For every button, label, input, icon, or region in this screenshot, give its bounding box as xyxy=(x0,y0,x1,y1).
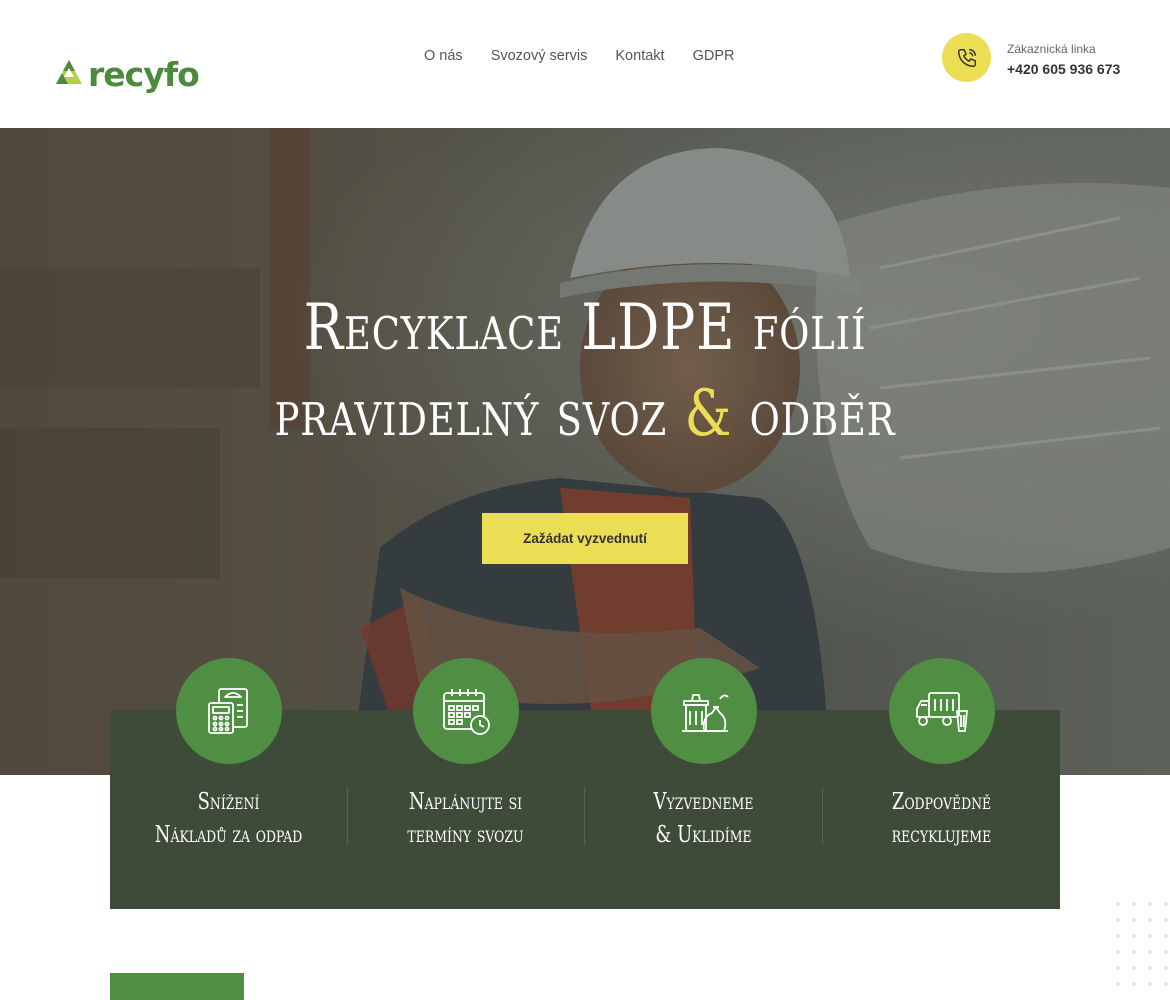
feature-icon-circle xyxy=(175,658,282,764)
feature-label: Snížení Nákladů za odpad xyxy=(136,786,321,852)
feature-label-line1: Naplánujte si xyxy=(408,789,523,815)
logo-text: recyfo xyxy=(88,54,200,94)
nav-item-about[interactable]: O nás xyxy=(424,48,463,64)
phone-button[interactable] xyxy=(942,33,991,82)
recycle-logo-icon xyxy=(56,60,82,84)
phone-label: Zákaznická linka xyxy=(1007,42,1096,56)
feature-icon-circle xyxy=(412,658,519,764)
site-header: recyfo O nás Svozový servis Kontakt GDPR… xyxy=(0,0,1170,128)
hero-title-line2-start: pravidelný svoz xyxy=(274,377,685,451)
hero-title-line2: pravidelný svoz & odběr xyxy=(105,382,1064,446)
feature-label: Zodpovědně recyklujeme xyxy=(849,786,1034,852)
feature-label-line2: termíny svozu xyxy=(407,822,524,848)
feature-icon-circle xyxy=(650,658,757,764)
feature-item: Naplánujte si termíny svozu xyxy=(347,658,584,852)
feature-item: Vyzvedneme & Uklidíme xyxy=(585,658,822,852)
nav-item-service[interactable]: Svozový servis xyxy=(491,48,588,64)
calculator-document-icon xyxy=(207,688,248,734)
hero-title-line2-end: odběr xyxy=(732,377,896,451)
dot-pattern-decoration xyxy=(1116,902,1168,986)
trash-bags-icon xyxy=(681,694,729,732)
feature-label-line2: Nákladů za odpad xyxy=(154,822,303,848)
feature-item: Zodpovědně recyklujeme xyxy=(823,658,1060,852)
calendar-clock-icon xyxy=(442,689,490,735)
feature-label: Naplánujte si termíny svozu xyxy=(373,786,558,852)
feature-label-line2: recyklujeme xyxy=(891,822,992,848)
hero-title-line1: Recyklace LDPE fólií xyxy=(303,291,867,365)
feature-label-line2: & Uklidíme xyxy=(655,822,752,848)
section-accent-block xyxy=(110,973,244,1000)
feature-label-line1: Vyzvedneme xyxy=(653,789,754,815)
phone-number[interactable]: +420 605 936 673 xyxy=(1007,61,1120,77)
nav-item-contact[interactable]: Kontakt xyxy=(615,48,664,64)
main-nav: O nás Svozový servis Kontakt GDPR xyxy=(424,48,734,64)
logo[interactable]: recyfo xyxy=(52,52,200,96)
phone-icon xyxy=(957,48,976,67)
nav-item-gdpr[interactable]: GDPR xyxy=(693,48,735,64)
garbage-truck-icon xyxy=(915,692,968,732)
feature-item: Snížení Nákladů za odpad xyxy=(110,658,347,852)
feature-label: Vyzvedneme & Uklidíme xyxy=(611,786,796,852)
hero-title-ampersand: & xyxy=(684,377,733,451)
feature-icon-circle xyxy=(888,658,995,764)
feature-label-line1: Zodpovědně xyxy=(891,789,992,815)
feature-label-line1: Snížení xyxy=(197,789,260,815)
hero-title: Recyklace LDPE fólií pravidelný svoz & o… xyxy=(0,296,1170,446)
request-pickup-button[interactable]: Zažádat vyzvednutí xyxy=(482,513,688,564)
